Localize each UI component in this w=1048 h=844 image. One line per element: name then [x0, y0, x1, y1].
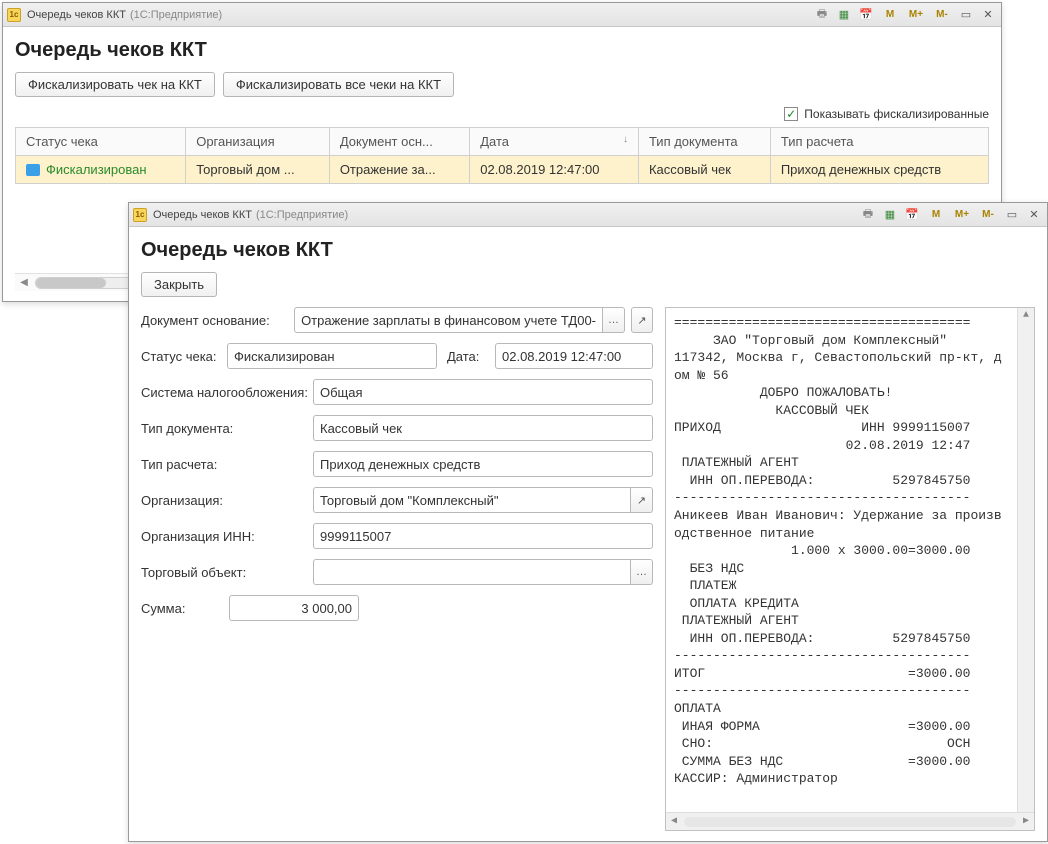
- window-subtitle: (1С:Предприятие): [130, 9, 222, 21]
- window-body: Очередь чеков ККТ Закрыть Документ основ…: [129, 227, 1047, 841]
- cell-calctype: Приход денежных средств: [770, 156, 988, 184]
- page-title: Очередь чеков ККТ: [141, 239, 1035, 262]
- app-icon: 1c: [7, 8, 21, 22]
- field-calctype[interactable]: Приход денежных средств: [313, 451, 653, 477]
- label-trade-obj: Торговый объект:: [141, 565, 313, 580]
- checkmark-icon: ✓: [784, 107, 798, 121]
- field-date[interactable]: 02.08.2019 12:47:00: [495, 343, 653, 369]
- label-doc-base: Документ основание:: [141, 313, 294, 328]
- field-org-inn[interactable]: 9999115007: [313, 523, 653, 549]
- label-doctype: Тип документа:: [141, 421, 313, 436]
- field-org[interactable]: Торговый дом "Комплексный": [313, 487, 631, 513]
- print-icon[interactable]: 🖶: [813, 7, 831, 23]
- field-tax[interactable]: Общая: [313, 379, 653, 405]
- label-org-inn: Организация ИНН:: [141, 529, 313, 544]
- scroll-left-icon[interactable]: ◀: [666, 815, 682, 829]
- col-org[interactable]: Организация: [186, 128, 330, 156]
- fiscalize-all-button[interactable]: Фискализировать все чеки на ККТ: [223, 72, 454, 97]
- close-icon[interactable]: ✕: [1025, 207, 1043, 223]
- toolbar: Закрыть: [141, 272, 1035, 297]
- queue-table[interactable]: Статус чека Организация Документ осн... …: [15, 127, 989, 184]
- toolbar: Фискализировать чек на ККТ Фискализирова…: [15, 72, 989, 97]
- scroll-up-icon[interactable]: ▲: [1018, 308, 1034, 324]
- open-icon[interactable]: ↗: [631, 487, 653, 513]
- receipt-text: ====================================== З…: [666, 308, 1034, 830]
- show-fiscalized-checkbox[interactable]: ✓ Показывать фискализированные: [15, 107, 989, 121]
- memory-mplus-button[interactable]: M+: [905, 7, 927, 23]
- col-calctype[interactable]: Тип расчета: [770, 128, 988, 156]
- scroll-left-icon[interactable]: ◀: [17, 277, 31, 288]
- memory-mminus-button[interactable]: M-: [931, 7, 953, 23]
- field-status[interactable]: Фискализирован: [227, 343, 437, 369]
- label-sum: Сумма:: [141, 601, 229, 616]
- col-doctype[interactable]: Тип документа: [638, 128, 770, 156]
- label-tax: Система налогообложения:: [141, 385, 313, 400]
- cell-doc: Отражение за...: [329, 156, 469, 184]
- ellipsis-icon[interactable]: …: [631, 559, 653, 585]
- scroll-right-icon[interactable]: ▶: [1018, 815, 1034, 829]
- close-icon[interactable]: ✕: [979, 7, 997, 23]
- sort-asc-icon: ↓: [623, 134, 628, 145]
- horizontal-scrollbar[interactable]: ◀ ▶: [666, 812, 1034, 830]
- memory-mplus-button[interactable]: M+: [951, 207, 973, 223]
- minimize-icon[interactable]: ▭: [957, 7, 975, 23]
- col-status[interactable]: Статус чека: [16, 128, 186, 156]
- memory-m-button[interactable]: M: [925, 207, 947, 223]
- label-date: Дата:: [447, 349, 495, 364]
- print-icon[interactable]: 🖶: [859, 207, 877, 223]
- memory-m-button[interactable]: M: [879, 7, 901, 23]
- vertical-scrollbar[interactable]: ▲: [1017, 308, 1034, 812]
- page-title: Очередь чеков ККТ: [15, 39, 989, 62]
- close-button[interactable]: Закрыть: [141, 272, 217, 297]
- open-icon[interactable]: ↗: [631, 307, 653, 333]
- app-icon: 1c: [133, 208, 147, 222]
- window-title: Очередь чеков ККТ: [27, 9, 126, 21]
- titlebar[interactable]: 1c Очередь чеков ККТ (1С:Предприятие) 🖶 …: [3, 3, 1001, 27]
- table-header-row: Статус чека Организация Документ осн... …: [16, 128, 989, 156]
- label-org: Организация:: [141, 493, 313, 508]
- label-status: Статус чека:: [141, 349, 227, 364]
- window-title: Очередь чеков ККТ: [153, 209, 252, 221]
- table-icon[interactable]: ▦: [835, 7, 853, 23]
- cell-doctype: Кассовый чек: [638, 156, 770, 184]
- fiscalize-one-button[interactable]: Фискализировать чек на ККТ: [15, 72, 215, 97]
- cell-org: Торговый дом ...: [186, 156, 330, 184]
- detail-form-area: Документ основание: Отражение зарплаты в…: [141, 307, 1035, 831]
- field-trade-obj[interactable]: [313, 559, 631, 585]
- field-sum[interactable]: 3 000,00: [229, 595, 359, 621]
- status-icon: [26, 164, 40, 176]
- table-row[interactable]: Фискализирован Торговый дом ... Отражени…: [16, 156, 989, 184]
- col-doc[interactable]: Документ осн...: [329, 128, 469, 156]
- ellipsis-icon[interactable]: …: [603, 307, 625, 333]
- detail-form: Документ основание: Отражение зарплаты в…: [141, 307, 653, 831]
- calendar-icon[interactable]: 📅: [857, 7, 875, 23]
- show-fiscalized-label: Показывать фискализированные: [804, 107, 989, 121]
- minimize-icon[interactable]: ▭: [1003, 207, 1021, 223]
- cell-status: Фискализирован: [16, 156, 186, 184]
- window-detail: 1c Очередь чеков ККТ (1С:Предприятие) 🖶 …: [128, 202, 1048, 842]
- table-icon[interactable]: ▦: [881, 207, 899, 223]
- calendar-icon[interactable]: 📅: [903, 207, 921, 223]
- titlebar[interactable]: 1c Очередь чеков ККТ (1С:Предприятие) 🖶 …: [129, 203, 1047, 227]
- memory-mminus-button[interactable]: M-: [977, 207, 999, 223]
- field-doc-base[interactable]: Отражение зарплаты в финансовом учете ТД…: [294, 307, 603, 333]
- field-doctype[interactable]: Кассовый чек: [313, 415, 653, 441]
- receipt-preview[interactable]: ====================================== З…: [665, 307, 1035, 831]
- label-calctype: Тип расчета:: [141, 457, 313, 472]
- col-date[interactable]: Дата↓: [470, 128, 639, 156]
- cell-date: 02.08.2019 12:47:00: [470, 156, 639, 184]
- window-subtitle: (1С:Предприятие): [256, 209, 348, 221]
